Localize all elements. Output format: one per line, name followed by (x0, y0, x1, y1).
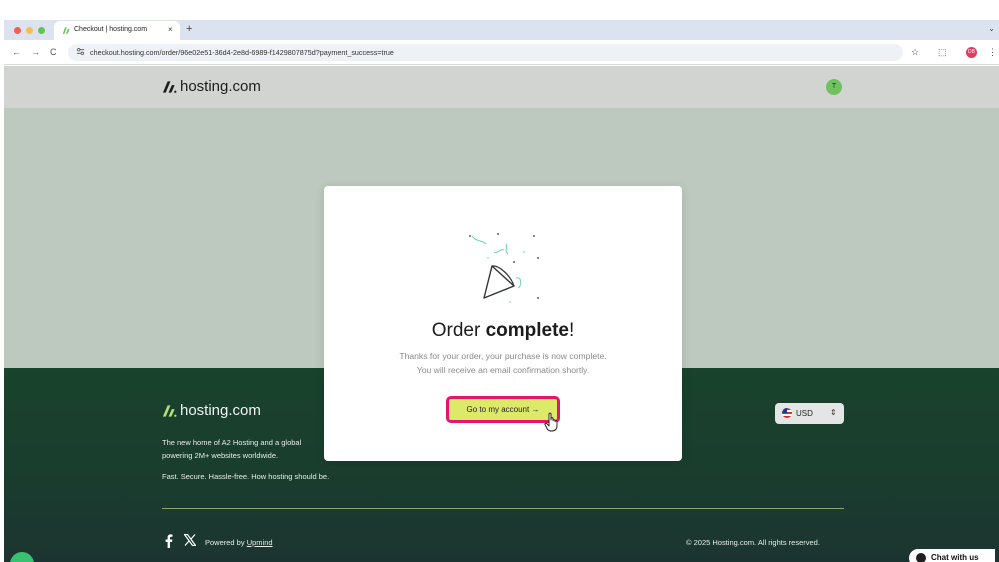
new-tab-button[interactable]: + (186, 23, 192, 35)
address-bar[interactable]: checkout.hosting.com/order/96e02e51-36d4… (68, 44, 903, 61)
party-popper-icon (469, 233, 539, 303)
minimize-window-button[interactable] (26, 27, 33, 34)
us-flag-icon (782, 408, 792, 418)
footer-logo[interactable]: hosting.com (162, 402, 261, 419)
chat-widget-icon[interactable] (10, 552, 34, 562)
chat-icon (916, 553, 926, 562)
page: hosting.com T hosting.com The new home o… (4, 66, 999, 562)
footer-description-line1: The new home of A2 Hosting and a global (162, 438, 302, 447)
bookmark-star-icon[interactable]: ☆ (911, 47, 919, 58)
site-header: hosting.com T (4, 66, 999, 108)
back-button[interactable]: ← (12, 47, 21, 57)
tab-close-icon[interactable]: × (168, 25, 173, 34)
currency-selector[interactable]: USD ⇕ (775, 403, 844, 424)
tab-list-chevron-icon[interactable]: ⌄ (988, 24, 995, 33)
user-avatar[interactable]: T (826, 79, 842, 95)
browser-toolbar: ← → C checkout.hosting.com/order/96e02e5… (4, 40, 999, 65)
order-complete-modal: Order complete! Thanks for your order, y… (324, 186, 682, 461)
site-settings-icon[interactable] (76, 47, 85, 56)
powered-by-text: Powered by Upmind (205, 538, 273, 547)
powered-by-label: Powered by (205, 538, 247, 547)
x-twitter-icon[interactable] (184, 534, 196, 546)
hand-cursor-icon (544, 412, 558, 432)
cta-label: Go to my account → (466, 405, 540, 414)
chat-with-us-button[interactable]: Chat with us (909, 549, 995, 562)
footer-logo-text: hosting.com (180, 402, 261, 419)
url-text: checkout.hosting.com/order/96e02e51-36d4… (90, 48, 394, 57)
copyright-text: © 2025 Hosting.com. All rights reserved. (686, 538, 820, 547)
browser-tab-bar: Checkout | hosting.com × + ⌄ (4, 20, 999, 40)
upmind-link[interactable]: Upmind (247, 538, 273, 547)
title-suffix: ! (569, 320, 575, 341)
select-caret-icon: ⇕ (830, 408, 837, 417)
hosting-favicon-icon (62, 27, 70, 34)
tab-title: Checkout | hosting.com (74, 26, 148, 33)
footer-tagline: Fast. Secure. Hassle-free. How hosting s… (162, 472, 330, 481)
header-logo-text: hosting.com (180, 78, 261, 95)
reload-button[interactable]: C (50, 47, 57, 57)
extensions-icon[interactable]: ⬚ (938, 47, 947, 58)
maximize-window-button[interactable] (38, 27, 45, 34)
hosting-logo-icon (162, 80, 177, 93)
modal-title: Order complete! (324, 320, 682, 342)
hosting-logo-icon (162, 404, 177, 417)
footer-description-line2: powering 2M+ websites worldwide. (162, 451, 279, 460)
annotation-overlay: 前往我的帳戶 (444, 376, 541, 394)
facebook-icon[interactable] (164, 534, 173, 548)
close-window-button[interactable] (14, 27, 21, 34)
title-prefix: Order (431, 320, 486, 341)
currency-code: USD (796, 409, 813, 418)
forward-button[interactable]: → (31, 47, 40, 57)
modal-message-line1: Thanks for your order, your purchase is … (399, 351, 607, 361)
footer-divider (162, 508, 844, 509)
header-logo[interactable]: hosting.com (162, 78, 261, 95)
browser-menu-icon[interactable]: ⋮ (988, 47, 997, 58)
profile-avatar[interactable]: DB (966, 47, 977, 58)
title-bold: complete (485, 320, 569, 341)
browser-tab[interactable]: Checkout | hosting.com × (54, 21, 180, 40)
screen: Checkout | hosting.com × + ⌄ ← → C check… (0, 0, 999, 562)
chat-label: Chat with us (931, 553, 979, 562)
go-to-my-account-button[interactable]: Go to my account → (446, 396, 560, 423)
